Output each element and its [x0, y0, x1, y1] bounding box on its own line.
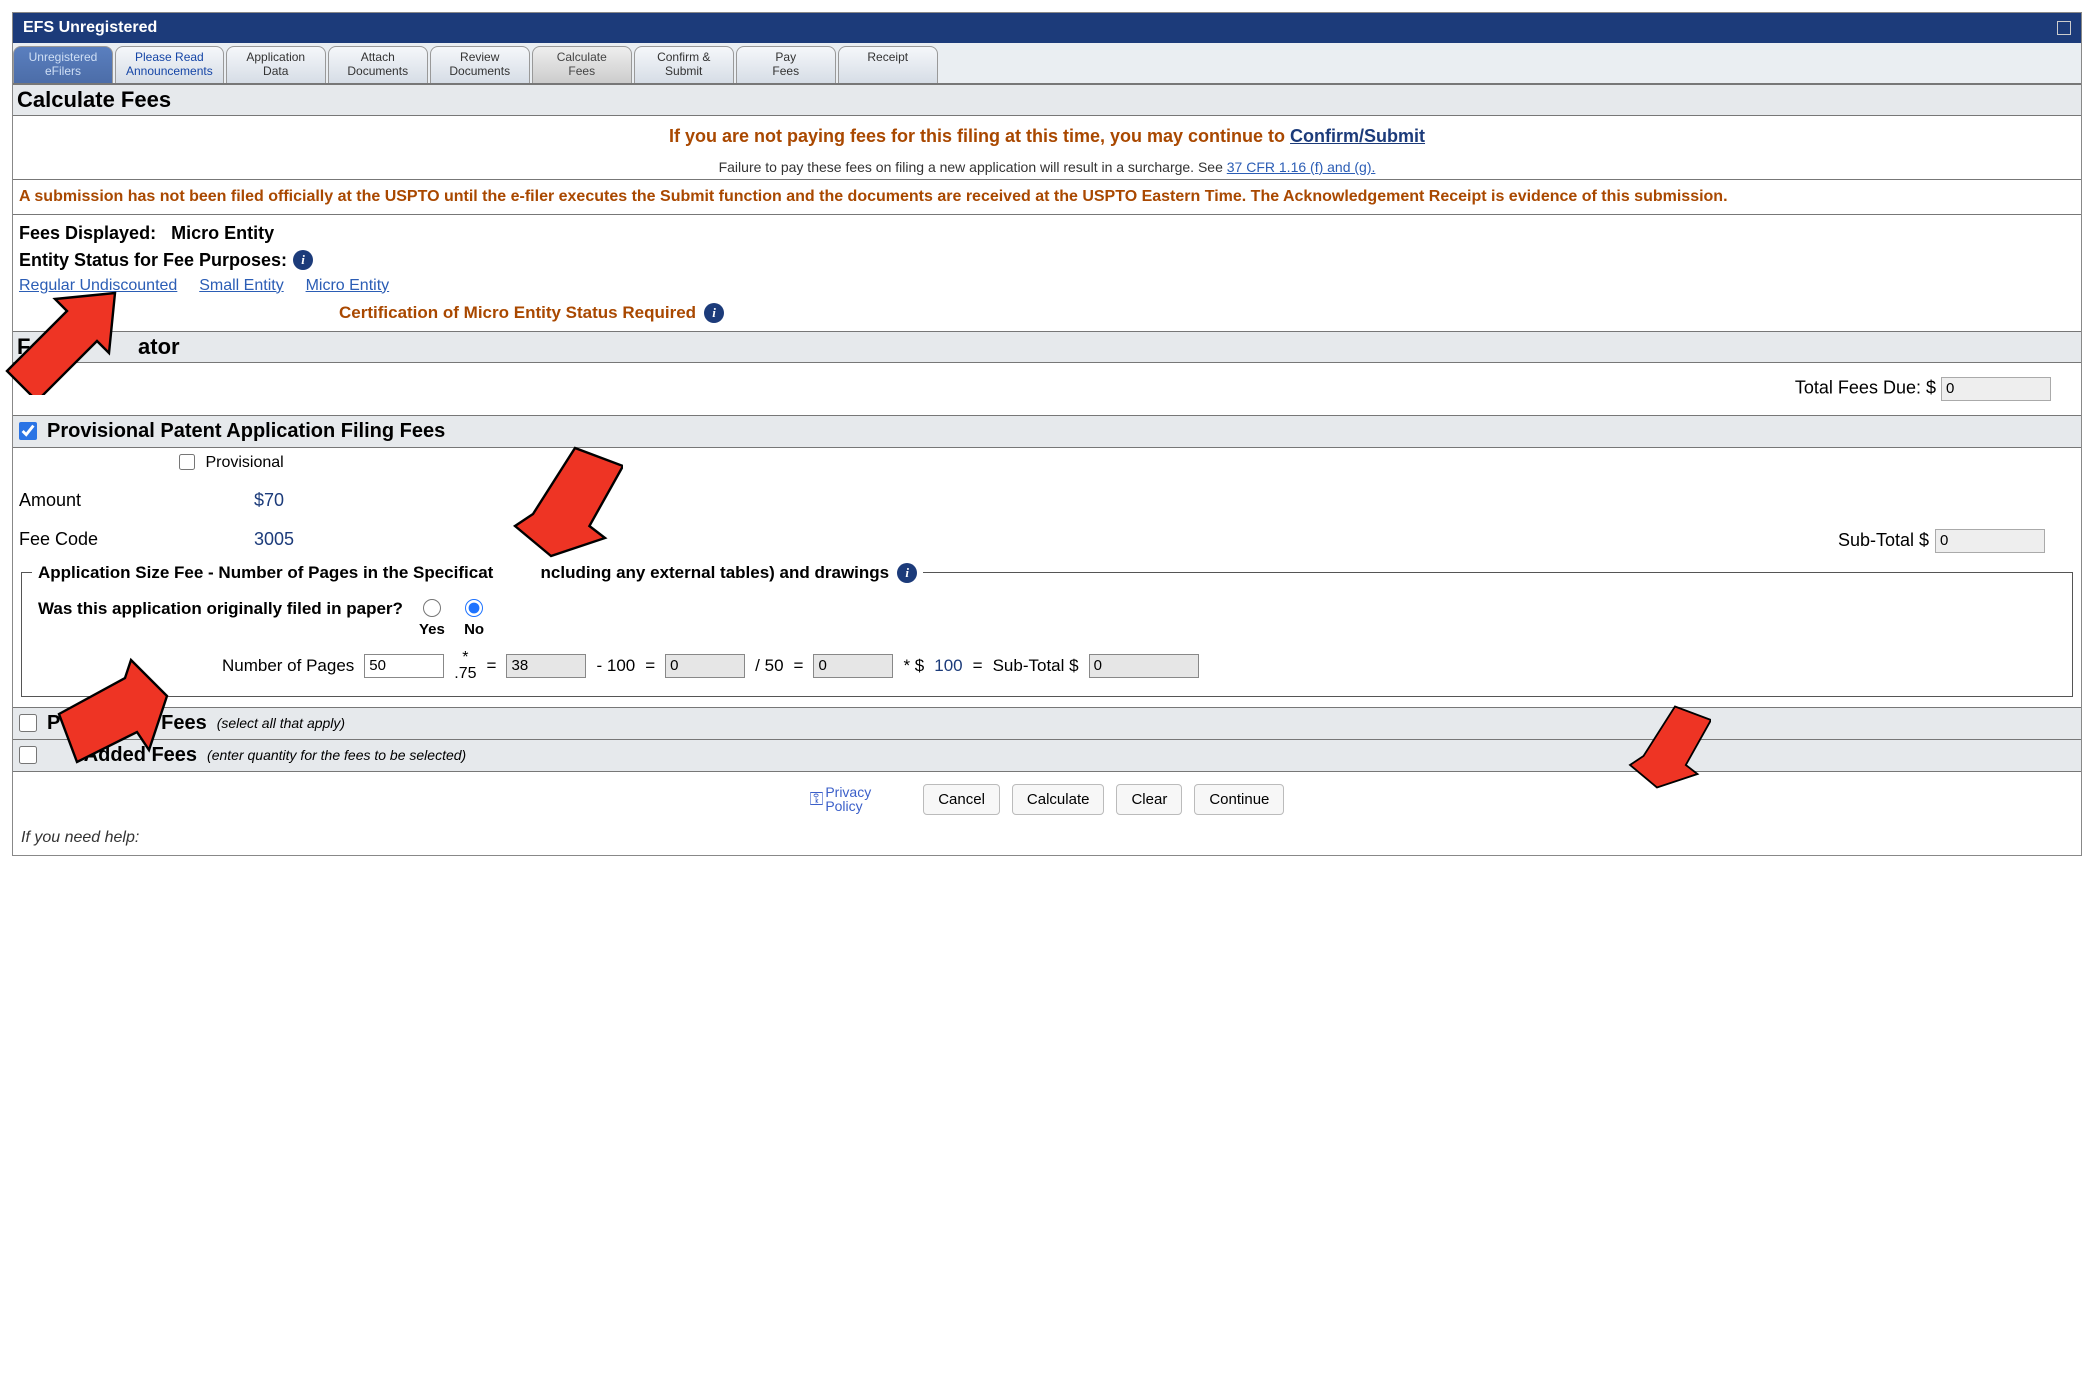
fees-displayed-label: Fees Displayed:	[19, 223, 156, 243]
total-fees-label: Total Fees Due: $	[1795, 377, 1936, 397]
tab-confirm-submit[interactable]: Confirm & Submit	[634, 46, 734, 83]
paper-yes-radio[interactable]	[423, 599, 441, 617]
calc-step2	[665, 654, 745, 678]
submission-warning: A submission has not been filed official…	[13, 179, 2081, 215]
minus-100: - 100	[596, 656, 635, 676]
tab-receipt[interactable]: Receipt	[838, 46, 938, 83]
titlebar-text: EFS Unregistered	[23, 19, 157, 37]
calc-step1	[506, 654, 586, 678]
calc-step3	[813, 654, 893, 678]
paper-no-radio[interactable]	[465, 599, 483, 617]
micro-entity-link[interactable]: Micro Entity	[306, 277, 390, 294]
provisional-checkbox-label: Provisional	[205, 454, 283, 471]
fee-code-label: Fee Code	[19, 529, 254, 553]
petition-fees-header: P g Fees (select all that apply)	[13, 708, 2081, 740]
cancel-button[interactable]: Cancel	[923, 784, 1000, 815]
fees-displayed-value: Micro Entity	[171, 223, 274, 243]
subtotal2-value	[1089, 654, 1199, 678]
provisional-fees-header: Provisional Patent Application Filing Fe…	[13, 416, 2081, 448]
subtotal2-label: Sub-Total $	[993, 656, 1079, 676]
fee-calculator-header: Fee C ator	[13, 332, 2081, 363]
provisional-fees-title: Provisional Patent Application Filing Fe…	[47, 420, 445, 443]
privacy-policy-link[interactable]: ⚿ Privacy Policy	[810, 785, 872, 813]
fieldset-legend-text: Application Size Fee - Number of Pages i…	[38, 563, 889, 583]
help-note: If you need help:	[13, 827, 2081, 855]
action-bar: ⚿ Privacy Policy Cancel Calculate Clear …	[13, 772, 2081, 827]
subtotal1-value	[1935, 529, 2045, 553]
added-fees-note: (enter quantity for the fees to be selec…	[207, 747, 466, 763]
eq-sign: =	[973, 656, 983, 676]
tab-announcements[interactable]: Please Read Announcements	[115, 46, 224, 83]
amount-label: Amount	[19, 490, 254, 511]
num-pages-input[interactable]	[364, 654, 444, 678]
fees-display-block: Fees Displayed: Micro Entity Entity Stat…	[13, 215, 2081, 332]
eq-sign: =	[487, 656, 497, 676]
tab-bar: Unregistered eFilers Please Read Announc…	[13, 43, 2081, 84]
amount-value: $70	[254, 490, 284, 511]
total-fees-value	[1941, 377, 2051, 401]
added-fees-title: Added Fees	[84, 744, 197, 767]
paper-question: Was this application originally filed in…	[38, 599, 403, 619]
num-pages-label: Number of Pages	[222, 656, 354, 676]
window-minimize-icon[interactable]	[2057, 21, 2071, 35]
div-50: / 50	[755, 656, 783, 676]
added-fees-header: XX Added Fees (enter quantity for the fe…	[13, 740, 2081, 772]
app-size-fee-fieldset: Application Size Fee - Number of Pages i…	[21, 563, 2073, 697]
info-icon[interactable]: i	[897, 563, 917, 583]
petition-fees-note: (select all that apply)	[217, 715, 345, 731]
total-fees-row: Total Fees Due: $	[13, 363, 2081, 416]
subtotal1-label: Sub-Total $	[1838, 530, 1929, 551]
notice-block: If you are not paying fees for this fili…	[13, 116, 2081, 179]
entity-status-label: Entity Status for Fee Purposes:	[19, 250, 287, 271]
tab-review-documents[interactable]: Review Documents	[430, 46, 530, 83]
mult-star: *	[462, 650, 468, 666]
eq-sign: =	[645, 656, 655, 676]
notice-main-text: If you are not paying fees for this fili…	[669, 126, 1290, 146]
cfr-link[interactable]: 37 CFR 1.16 (f) and (g).	[1227, 159, 1376, 175]
petition-fees-title: P g Fees	[47, 712, 207, 735]
yes-label: Yes	[413, 621, 451, 638]
tab-application-data[interactable]: Application Data	[226, 46, 326, 83]
eq-sign: =	[794, 656, 804, 676]
fee-code-value: 3005	[254, 529, 294, 553]
info-icon[interactable]: i	[293, 250, 313, 270]
added-fees-checkbox[interactable]	[19, 746, 37, 764]
info-icon[interactable]: i	[704, 303, 724, 323]
provisional-fees-checkbox[interactable]	[19, 422, 37, 440]
confirm-submit-link[interactable]: Confirm/Submit	[1290, 126, 1425, 146]
tab-calculate-fees[interactable]: Calculate Fees	[532, 46, 632, 83]
titlebar: EFS Unregistered	[13, 13, 2081, 43]
provisional-checkbox[interactable]	[179, 454, 195, 470]
tab-attach-documents[interactable]: Attach Documents	[328, 46, 428, 83]
notice-sub-text: Failure to pay these fees on filing a ne…	[719, 159, 1227, 175]
regular-undiscounted-link[interactable]: Regular Undiscounted	[19, 277, 177, 294]
tab-pay-fees[interactable]: Pay Fees	[736, 46, 836, 83]
petition-fees-checkbox[interactable]	[19, 714, 37, 732]
clear-button[interactable]: Clear	[1116, 784, 1182, 815]
tab-unregistered-efilers[interactable]: Unregistered eFilers	[13, 46, 113, 83]
cert-required-text: Certification of Micro Entity Status Req…	[339, 303, 696, 323]
times-dollar: * $	[903, 656, 924, 676]
continue-button[interactable]: Continue	[1194, 784, 1284, 815]
no-label: No	[455, 621, 493, 638]
key-icon: ⚿	[810, 790, 824, 808]
page-title: Calculate Fees	[13, 84, 2081, 116]
small-entity-link[interactable]: Small Entity	[199, 277, 283, 294]
calculate-button[interactable]: Calculate	[1012, 784, 1105, 815]
provisional-fees-body: Provisional Amount $70 Fee Code 3005 Sub…	[13, 448, 2081, 708]
mult-factor: .75	[454, 666, 476, 682]
rate-value: 100	[934, 656, 962, 676]
